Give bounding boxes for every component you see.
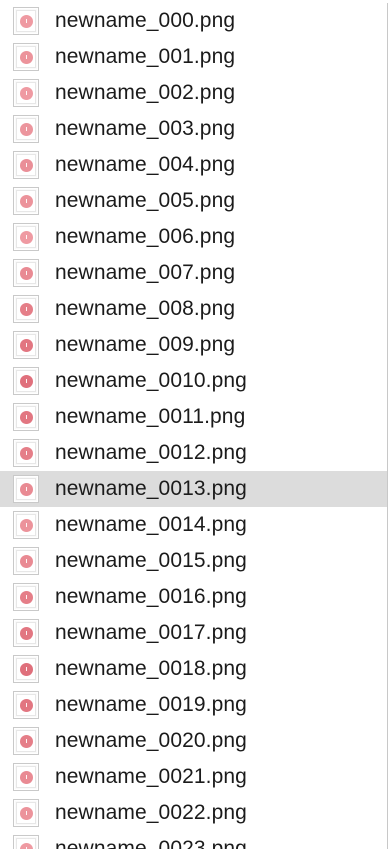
file-name: newname_0015.png <box>55 549 247 572</box>
file-row[interactable]: newname_0011.png <box>0 399 387 435</box>
file-row[interactable]: newname_008.png <box>0 291 387 327</box>
file-row[interactable]: newname_0014.png <box>0 507 387 543</box>
image-file-icon <box>13 7 39 35</box>
file-name: newname_002.png <box>55 81 236 104</box>
file-name: newname_0014.png <box>55 513 247 536</box>
file-name: newname_0016.png <box>55 585 247 608</box>
image-file-icon <box>13 475 39 503</box>
file-name: newname_0023.png <box>55 837 247 849</box>
image-file-icon <box>13 43 39 71</box>
file-row[interactable]: newname_007.png <box>0 255 387 291</box>
file-name: newname_0013.png <box>55 477 247 500</box>
file-name: newname_003.png <box>55 117 236 140</box>
file-name: newname_0010.png <box>55 369 247 392</box>
file-row[interactable]: newname_0013.png <box>0 471 387 507</box>
file-name: newname_004.png <box>55 153 236 176</box>
image-file-icon <box>13 439 39 467</box>
thumbnail-dot <box>20 735 33 748</box>
file-row[interactable]: newname_003.png <box>0 111 387 147</box>
file-row[interactable]: newname_0010.png <box>0 363 387 399</box>
image-file-icon <box>13 619 39 647</box>
file-name: newname_008.png <box>55 297 236 320</box>
image-file-icon <box>13 223 39 251</box>
file-row[interactable]: newname_002.png <box>0 75 387 111</box>
thumbnail-dot <box>20 231 33 244</box>
file-name: newname_0021.png <box>55 765 247 788</box>
file-name: newname_005.png <box>55 189 236 212</box>
image-file-icon <box>13 655 39 683</box>
file-row[interactable]: newname_000.png <box>0 3 387 39</box>
file-name: newname_009.png <box>55 333 236 356</box>
thumbnail-dot <box>20 591 33 604</box>
thumbnail-dot <box>20 15 33 28</box>
thumbnail-dot <box>20 375 33 388</box>
file-row[interactable]: newname_009.png <box>0 327 387 363</box>
file-row[interactable]: newname_0016.png <box>0 579 387 615</box>
image-file-icon <box>13 511 39 539</box>
thumbnail-dot <box>20 807 33 820</box>
file-name: newname_0011.png <box>55 405 246 428</box>
thumbnail-dot <box>20 771 33 784</box>
thumbnail-dot <box>20 87 33 100</box>
file-name: newname_0018.png <box>55 657 247 680</box>
file-row[interactable]: newname_001.png <box>0 39 387 75</box>
file-name: newname_007.png <box>55 261 236 284</box>
file-name: newname_0022.png <box>55 801 247 824</box>
image-file-icon <box>13 331 39 359</box>
file-name: newname_000.png <box>55 9 236 32</box>
image-file-icon <box>13 403 39 431</box>
file-name: newname_001.png <box>55 45 236 68</box>
thumbnail-dot <box>20 699 33 712</box>
thumbnail-dot <box>20 339 33 352</box>
thumbnail-dot <box>20 519 33 532</box>
thumbnail-dot <box>20 123 33 136</box>
file-row[interactable]: newname_006.png <box>0 219 387 255</box>
file-name: newname_0019.png <box>55 693 247 716</box>
file-name: newname_006.png <box>55 225 236 248</box>
image-file-icon <box>13 727 39 755</box>
file-row[interactable]: newname_0022.png <box>0 795 387 831</box>
file-row[interactable]: newname_0017.png <box>0 615 387 651</box>
image-file-icon <box>13 115 39 143</box>
image-file-icon <box>13 583 39 611</box>
thumbnail-dot <box>20 843 33 849</box>
thumbnail-dot <box>20 483 33 496</box>
image-file-icon <box>13 187 39 215</box>
thumbnail-dot <box>20 159 33 172</box>
image-file-icon <box>13 259 39 287</box>
file-row[interactable]: newname_0023.png <box>0 831 387 849</box>
image-file-icon <box>13 547 39 575</box>
thumbnail-dot <box>20 195 33 208</box>
thumbnail-dot <box>20 267 33 280</box>
image-file-icon <box>13 799 39 827</box>
image-file-icon <box>13 367 39 395</box>
file-name: newname_0020.png <box>55 729 247 752</box>
file-row[interactable]: newname_0019.png <box>0 687 387 723</box>
thumbnail-dot <box>20 555 33 568</box>
file-row[interactable]: newname_0018.png <box>0 651 387 687</box>
thumbnail-dot <box>20 447 33 460</box>
file-row[interactable]: newname_0012.png <box>0 435 387 471</box>
file-row[interactable]: newname_0020.png <box>0 723 387 759</box>
file-row[interactable]: newname_0021.png <box>0 759 387 795</box>
thumbnail-dot <box>20 303 33 316</box>
image-file-icon <box>13 79 39 107</box>
file-row[interactable]: newname_004.png <box>0 147 387 183</box>
file-name: newname_0017.png <box>55 621 247 644</box>
image-file-icon <box>13 295 39 323</box>
file-list[interactable]: newname_000.png newname_001.png newname_… <box>0 3 388 849</box>
file-row[interactable]: newname_005.png <box>0 183 387 219</box>
thumbnail-dot <box>20 411 33 424</box>
file-row[interactable]: newname_0015.png <box>0 543 387 579</box>
image-file-icon <box>13 691 39 719</box>
image-file-icon <box>13 151 39 179</box>
thumbnail-dot <box>20 663 33 676</box>
thumbnail-dot <box>20 627 33 640</box>
image-file-icon <box>13 835 39 849</box>
image-file-icon <box>13 763 39 791</box>
file-name: newname_0012.png <box>55 441 247 464</box>
thumbnail-dot <box>20 51 33 64</box>
